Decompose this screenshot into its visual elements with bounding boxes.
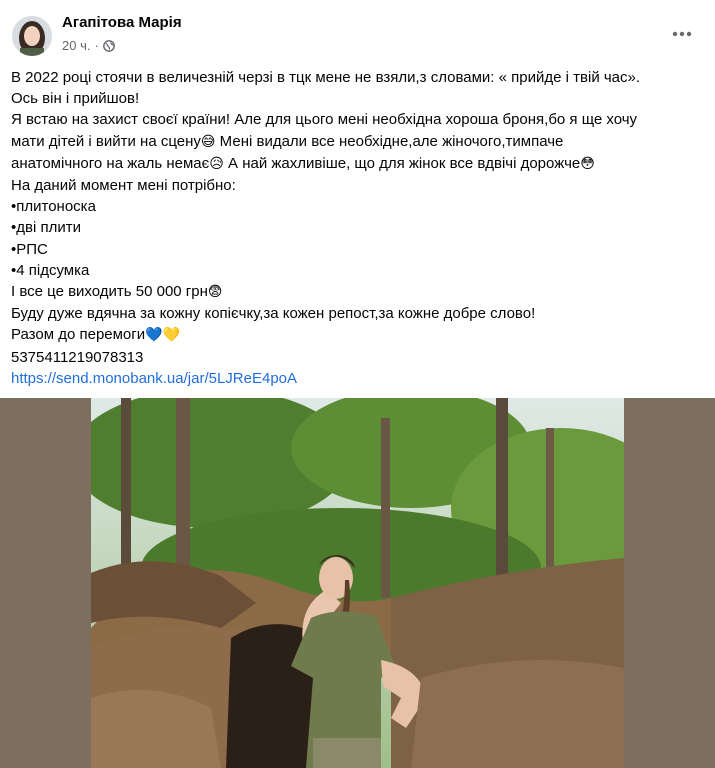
list-item: •РПС <box>11 240 48 258</box>
text-line: В 2022 році стоячи в величезній черзі в … <box>11 69 641 86</box>
text-line: https://send.monobank.ua/jar/5LJReE4poA <box>11 368 701 389</box>
forest-trench-photo <box>91 398 624 768</box>
worried-emoji: 😥 <box>209 155 224 172</box>
author-avatar[interactable] <box>12 16 52 56</box>
blue-heart-emoji: 💙 <box>145 327 163 344</box>
globe-icon[interactable] <box>102 39 115 52</box>
more-horizontal-icon <box>672 31 692 37</box>
text-segment: І все це виходить 50 000 грн <box>11 283 208 301</box>
list-item: •дві плити <box>11 219 81 237</box>
text-segment: Мені видали все необхідне,але жіночого,т… <box>215 132 564 150</box>
yellow-heart-emoji: 💛 <box>162 327 181 344</box>
post-card: Агапітова Марія 20 ч. · В 2022 році стоя… <box>0 0 715 768</box>
donation-link[interactable]: https://send.monobank.ua/jar/5LJReE4poA <box>11 370 297 387</box>
flushed-emoji: 😳 <box>580 155 595 172</box>
text-segment: анатомічного на жаль немає <box>11 154 210 172</box>
post-text: В 2022 році стоячи в величезній черзі в … <box>11 67 701 389</box>
post-photo[interactable] <box>0 398 715 768</box>
more-options-button[interactable] <box>664 20 700 48</box>
text-segment: Разом до перемоги <box>11 326 146 344</box>
text-line: На даний момент мені потрібно: <box>11 177 236 195</box>
text-segment: мати дітей і вийти на сцену <box>11 132 201 150</box>
list-item: •плитоноска <box>11 198 96 216</box>
text-line: Разом до перемоги💙💛 <box>11 324 701 346</box>
list-item: •4 підсумка <box>11 261 90 279</box>
avatar-image <box>12 16 52 56</box>
text-segment: А най жахливіше, що для жінок все вдвічі… <box>223 154 581 172</box>
text-line: Ось він і прийшов! <box>11 90 140 108</box>
text-line: Буду дуже вдячна за кожну копієчку,за ко… <box>11 305 536 323</box>
meta-separator: · <box>94 38 99 53</box>
text-line: І все це виходить 50 000 грн😨 <box>11 281 701 303</box>
text-line: Я встаю на захист своєї країни! Але для … <box>11 111 638 129</box>
author-name[interactable]: Агапітова Марія <box>62 14 182 31</box>
card-number: 5375411219078313 <box>11 348 144 366</box>
post-header: Агапітова Марія 20 ч. · <box>0 0 715 66</box>
text-line: мати дітей і вийти на сцену😅 Мені видали… <box>11 131 701 153</box>
text-line: анатомічного на жаль немає😥 А най жахлив… <box>11 153 701 175</box>
grin-emoji: 😅 <box>200 133 216 150</box>
shock-emoji: 😨 <box>207 284 223 301</box>
post-time[interactable]: 20 ч. <box>62 38 90 53</box>
post-meta: 20 ч. · <box>62 38 115 53</box>
